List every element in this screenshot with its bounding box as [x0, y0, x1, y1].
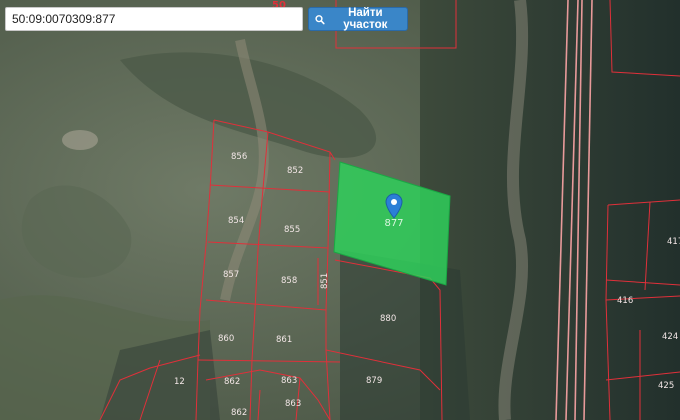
search-icon	[315, 14, 325, 24]
plot-label-880: 880	[380, 314, 396, 324]
plot-label-851: 851	[320, 273, 330, 289]
find-plot-button[interactable]: Найти участок	[308, 7, 408, 31]
plot-label-416: 416	[617, 296, 633, 306]
plot-label-856: 856	[231, 152, 247, 162]
plot-label-854: 854	[228, 216, 244, 226]
plot-label-855: 855	[284, 225, 300, 235]
plot-label-857: 857	[223, 270, 239, 280]
plot-label-425: 425	[658, 381, 674, 391]
selected-plot-label: 877	[384, 218, 403, 229]
plot-label-424: 424	[662, 332, 678, 342]
satellite-map[interactable]: 877 50 856 852 854 855 857 858 851 880 8…	[0, 0, 680, 420]
plot-label-862b: 862	[231, 408, 247, 418]
plot-label-861: 861	[276, 335, 292, 345]
cadastral-search-input[interactable]	[5, 7, 303, 31]
plot-label-417: 417	[667, 237, 680, 247]
clearing-spot	[62, 130, 98, 150]
forest-shadow	[340, 250, 470, 420]
plot-label-860: 860	[218, 334, 234, 344]
plot-label-879: 879	[366, 376, 382, 386]
plot-label-852: 852	[287, 166, 303, 176]
plot-label-863b: 863	[285, 399, 301, 409]
plot-label-12: 12	[174, 377, 185, 387]
plot-label-858: 858	[281, 276, 297, 286]
plot-label-863: 863	[281, 376, 297, 386]
plot-label-862: 862	[224, 377, 240, 387]
find-plot-button-label: Найти участок	[343, 7, 388, 31]
